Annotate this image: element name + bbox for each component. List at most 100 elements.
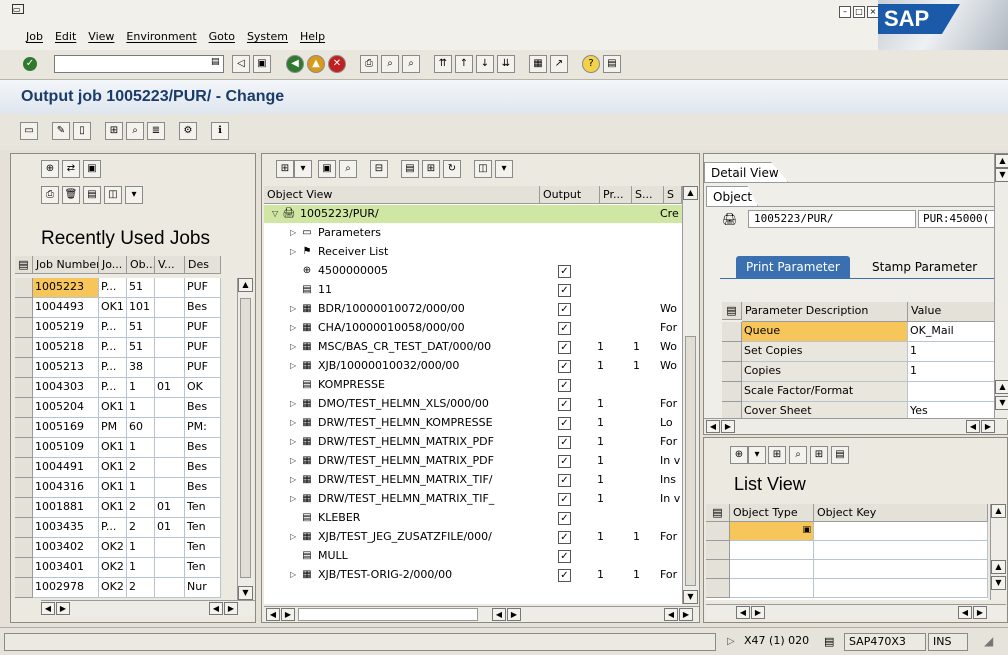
- column-header[interactable]: Des: [185, 256, 221, 274]
- object-view-hscroll[interactable]: ◀ ▶ ◀ ▶ ◀ ▶: [264, 606, 699, 622]
- detail-hscroll[interactable]: ◀ ▶ ◀ ▶: [704, 418, 1007, 434]
- cancel-icon[interactable]: ✕: [328, 55, 346, 73]
- scroll-left-icon[interactable]: ◀: [958, 606, 972, 619]
- table-cell[interactable]: 51: [127, 318, 155, 338]
- table-cell[interactable]: 101: [127, 298, 155, 318]
- output-checkbox[interactable]: ✓: [558, 474, 571, 487]
- output-checkbox[interactable]: ✓: [558, 322, 571, 335]
- table-cell[interactable]: Ten: [185, 558, 221, 578]
- table-cell[interactable]: 1005219: [33, 318, 99, 338]
- find-icon[interactable]: ⌕: [381, 55, 399, 73]
- zoom-icon[interactable]: ⌕: [339, 160, 357, 178]
- table-cell[interactable]: 1: [127, 478, 155, 498]
- row-selector[interactable]: [15, 298, 33, 318]
- table-cell[interactable]: 1: [127, 438, 155, 458]
- display-menu-icon[interactable]: ▾: [495, 160, 513, 178]
- table-cell[interactable]: [155, 318, 185, 338]
- menu-job[interactable]: Job: [26, 30, 43, 43]
- row-selector[interactable]: [706, 560, 730, 579]
- target-menu-icon[interactable]: ▾: [748, 446, 766, 464]
- tree-node[interactable]: ▷ ▦ DRW/TEST_HELMN_MATRIX_PDF ✓ 1 In v: [264, 452, 680, 470]
- minimize-icon[interactable]: –: [839, 6, 851, 18]
- table-cell[interactable]: 1004303: [33, 378, 99, 398]
- object-key-cell[interactable]: [814, 541, 988, 560]
- save-icon[interactable]: ▣: [253, 55, 271, 73]
- table-cell[interactable]: [155, 358, 185, 378]
- tree-node[interactable]: ▤ KLEBER ✓: [264, 509, 672, 527]
- expand-node-icon[interactable]: ▷: [290, 243, 298, 261]
- parameter-value[interactable]: OK_Mail: [908, 322, 996, 342]
- table-cell[interactable]: 1005204: [33, 398, 99, 418]
- save-layout-icon[interactable]: ▤: [83, 186, 101, 204]
- previous-page-icon[interactable]: ↑: [455, 55, 473, 73]
- table-cell[interactable]: Ten: [185, 518, 221, 538]
- table-cell[interactable]: OK1: [99, 458, 127, 478]
- scroll-left-icon[interactable]: ◀: [736, 606, 750, 619]
- output-checkbox[interactable]: ✓: [558, 284, 571, 297]
- object-key-cell[interactable]: [814, 522, 988, 541]
- row-selector[interactable]: [722, 402, 742, 418]
- table-cell[interactable]: [155, 418, 185, 438]
- row-selector[interactable]: [15, 538, 33, 558]
- row-selector[interactable]: [15, 338, 33, 358]
- table-cell[interactable]: Ten: [185, 538, 221, 558]
- table-cell[interactable]: PUF: [185, 338, 221, 358]
- structure-icon[interactable]: ⊞: [768, 446, 786, 464]
- menu-help[interactable]: Help: [300, 30, 325, 43]
- output-checkbox[interactable]: ✓: [558, 341, 571, 354]
- row-selector[interactable]: [15, 498, 33, 518]
- list-vscroll[interactable]: ▲ ▲ ▼: [990, 504, 1006, 600]
- row-selector[interactable]: [15, 478, 33, 498]
- print-icon[interactable]: ⎙: [360, 55, 378, 73]
- column-header[interactable]: Parameter Description: [742, 302, 908, 322]
- table-cell[interactable]: 2: [127, 458, 155, 478]
- table-cell[interactable]: 1005109: [33, 438, 99, 458]
- last-page-icon[interactable]: ⇊: [497, 55, 515, 73]
- scroll-right-icon[interactable]: ▶: [224, 602, 238, 615]
- row-selector[interactable]: [706, 522, 730, 541]
- tree-node[interactable]: ▷ ▦ DRW/TEST_HELMN_MATRIX_TIF_ ✓ 1 In v: [264, 490, 680, 508]
- table-cell[interactable]: 2: [127, 518, 155, 538]
- table-cell[interactable]: 2: [127, 498, 155, 518]
- back-icon[interactable]: ◀: [286, 55, 304, 73]
- table-cell[interactable]: OK2: [99, 558, 127, 578]
- column-header[interactable]: V...: [155, 256, 185, 274]
- recent-jobs-vscroll[interactable]: ▲ ▼: [237, 278, 253, 600]
- table-cell[interactable]: PM: [99, 418, 127, 438]
- scroll-left-icon[interactable]: ◀: [706, 420, 720, 433]
- input-mode[interactable]: INS: [928, 633, 968, 651]
- expand-node-icon[interactable]: ▷: [290, 566, 298, 584]
- add-menu-icon[interactable]: ▾: [294, 160, 312, 178]
- export-icon[interactable]: ▣: [83, 160, 101, 178]
- maximize-icon[interactable]: □: [853, 6, 865, 18]
- target-icon[interactable]: ⊕: [730, 446, 748, 464]
- expand-node-icon[interactable]: ▷: [290, 452, 298, 470]
- table-cell[interactable]: OK1: [99, 498, 127, 518]
- table-cell[interactable]: OK1: [99, 478, 127, 498]
- scroll-down-icon[interactable]: ▼: [991, 576, 1006, 590]
- expand-node-icon[interactable]: ▷: [290, 490, 298, 508]
- select-all-icon[interactable]: ▤: [706, 504, 730, 522]
- tree-node[interactable]: ▷ ▦ DMO/TEST_HELMN_XLS/000/00 ✓ 1 For: [264, 395, 677, 413]
- table-cell[interactable]: 01: [155, 518, 185, 538]
- select-all-icon[interactable]: ▤: [15, 256, 33, 274]
- object-view-vscroll[interactable]: ▲ ▼: [682, 186, 698, 604]
- expand-icon[interactable]: ⊕: [41, 160, 59, 178]
- scroll-thumb[interactable]: [298, 608, 478, 621]
- output-checkbox[interactable]: ✓: [558, 455, 571, 468]
- settings-gear-icon[interactable]: ⚙: [179, 122, 197, 140]
- column-header[interactable]: Object View: [264, 186, 540, 204]
- table-cell[interactable]: Bes: [185, 298, 221, 318]
- first-page-icon[interactable]: ⇈: [434, 55, 452, 73]
- scroll-up-icon[interactable]: ▲: [995, 380, 1008, 394]
- table-cell[interactable]: P...: [99, 318, 127, 338]
- table-cell[interactable]: [155, 538, 185, 558]
- tree-node[interactable]: ▷ ▦ DRW/TEST_HELMN_MATRIX_TIF/ ✓ 1 Ins: [264, 471, 676, 489]
- table-cell[interactable]: [155, 338, 185, 358]
- scroll-right-icon[interactable]: ▶: [751, 606, 765, 619]
- table-cell[interactable]: 1: [127, 558, 155, 578]
- row-selector[interactable]: [15, 398, 33, 418]
- tree-node[interactable]: ▷ ▦ DRW/TEST_HELMN_MATRIX_PDF ✓ 1 For: [264, 433, 677, 451]
- display-icon[interactable]: ◫: [104, 186, 122, 204]
- table-cell[interactable]: P...: [99, 378, 127, 398]
